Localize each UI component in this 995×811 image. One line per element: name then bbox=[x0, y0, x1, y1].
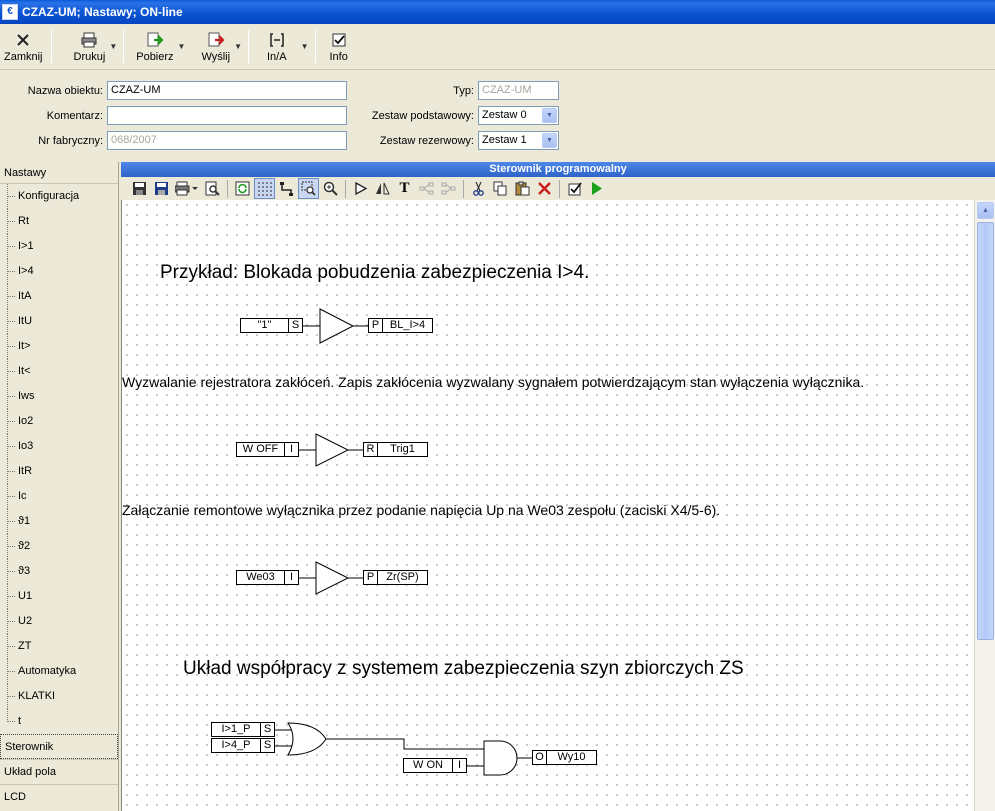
paste-icon[interactable] bbox=[512, 178, 533, 199]
ina-dropdown-icon[interactable]: ▼ bbox=[291, 24, 311, 69]
grid-toggle-icon[interactable] bbox=[254, 178, 275, 199]
nav-item[interactable]: ϑ2 bbox=[0, 534, 118, 559]
check-icon[interactable] bbox=[564, 178, 585, 199]
editor-toolbar: T bbox=[121, 177, 995, 200]
panel-title: Sterownik programowalny bbox=[121, 162, 995, 177]
ungroup-icon[interactable] bbox=[438, 178, 459, 199]
diagram-wires bbox=[275, 308, 532, 776]
nav-item[interactable]: t bbox=[0, 709, 118, 734]
run-icon[interactable] bbox=[586, 178, 607, 199]
group-icon[interactable] bbox=[416, 178, 437, 199]
window-title-bar: € CZAZ-UM; Nastawy; ON-line bbox=[0, 0, 995, 24]
chevron-down-icon[interactable]: ▼ bbox=[542, 133, 557, 148]
connector-icon[interactable] bbox=[276, 178, 297, 199]
nav-item[interactable]: ItA bbox=[0, 284, 118, 309]
nav-item[interactable]: Rt bbox=[0, 209, 118, 234]
cut-icon[interactable] bbox=[468, 178, 489, 199]
type-input: CZAZ-UM bbox=[478, 81, 559, 100]
send-button[interactable]: Wyślij bbox=[187, 24, 232, 69]
nav-item[interactable]: Automatyka bbox=[0, 659, 118, 684]
buffer-gate-icon[interactable] bbox=[350, 178, 371, 199]
logic-diagram-canvas[interactable]: Przykład: Blokada pobudzenia zabezpiecze… bbox=[121, 200, 974, 811]
fetch-button[interactable]: Pobierz bbox=[128, 24, 175, 69]
serial-label: Nr fabryczny: bbox=[38, 135, 103, 147]
text-icon[interactable]: T bbox=[394, 178, 415, 199]
close-button[interactable]: Zamknij bbox=[0, 24, 47, 69]
object-name-label: Nazwa obiektu: bbox=[27, 85, 103, 97]
zoom-window-icon[interactable] bbox=[298, 178, 319, 199]
print-button[interactable]: Drukuj bbox=[56, 24, 108, 69]
scroll-thumb[interactable] bbox=[977, 222, 994, 640]
vertical-scrollbar[interactable]: ▲ bbox=[974, 200, 995, 811]
object-form: Nazwa obiektu: CZAZ-UM Komentarz: Nr fab… bbox=[0, 71, 995, 159]
nav-group-uklad-pola[interactable]: Układ pola bbox=[0, 759, 118, 784]
buffer-gate bbox=[315, 561, 350, 595]
nav-item[interactable]: ItR bbox=[0, 459, 118, 484]
refresh-icon[interactable] bbox=[232, 178, 253, 199]
mirror-icon[interactable] bbox=[372, 178, 393, 199]
fetch-icon bbox=[147, 32, 164, 46]
nav-item[interactable]: Io3 bbox=[0, 434, 118, 459]
nav-header[interactable]: Nastawy bbox=[0, 162, 118, 184]
chevron-down-icon[interactable]: ▼ bbox=[542, 108, 557, 123]
nav-item[interactable]: U1 bbox=[0, 584, 118, 609]
comment-input[interactable] bbox=[107, 106, 347, 125]
bracket-icon bbox=[270, 32, 284, 47]
app-icon: € bbox=[2, 4, 18, 20]
nav-item[interactable]: Ic bbox=[0, 484, 118, 509]
save-as-icon[interactable] bbox=[151, 178, 172, 199]
info-button[interactable]: Info bbox=[320, 24, 358, 69]
backup-set-select[interactable]: Zestaw 1 ▼ bbox=[478, 131, 559, 150]
nav-item[interactable]: It< bbox=[0, 359, 118, 384]
nav-item[interactable]: I>1 bbox=[0, 234, 118, 259]
nav-group-lcd[interactable]: LCD bbox=[0, 784, 118, 809]
send-dropdown-icon[interactable]: ▼ bbox=[232, 24, 244, 69]
nav-item[interactable]: I>4 bbox=[0, 259, 118, 284]
buffer-gate bbox=[315, 433, 350, 467]
nav-group-sterownik[interactable]: Sterownik bbox=[0, 734, 118, 759]
type-label: Typ: bbox=[453, 85, 474, 97]
and-gate bbox=[483, 740, 518, 776]
nav-item[interactable]: Konfiguracja bbox=[0, 184, 118, 209]
or-gate bbox=[287, 722, 327, 756]
comment-label: Komentarz: bbox=[46, 110, 103, 122]
nav-item[interactable]: Io2 bbox=[0, 409, 118, 434]
base-set-select[interactable]: Zestaw 0 ▼ bbox=[478, 106, 559, 125]
print-preview-icon[interactable] bbox=[202, 178, 223, 199]
printer-icon[interactable] bbox=[173, 178, 201, 199]
main-toolbar: Zamknij Drukuj ▼ Pobierz ▼ Wyślij ▼ In/A… bbox=[0, 24, 995, 70]
settings-nav: Nastawy Konfiguracja Rt I>1 I>4 ItA ItU … bbox=[0, 162, 119, 811]
nav-item[interactable]: It> bbox=[0, 334, 118, 359]
send-icon bbox=[208, 32, 225, 46]
ina-button[interactable]: In/A bbox=[253, 24, 291, 69]
fetch-dropdown-icon[interactable]: ▼ bbox=[176, 24, 188, 69]
nav-item[interactable]: ϑ3 bbox=[0, 559, 118, 584]
serial-input: 068/2007 bbox=[107, 131, 347, 150]
buffer-gate bbox=[319, 308, 355, 344]
checklist-icon bbox=[332, 33, 346, 46]
nav-item[interactable]: ZT bbox=[0, 634, 118, 659]
delete-icon[interactable] bbox=[534, 178, 555, 199]
nav-item[interactable]: ϑ1 bbox=[0, 509, 118, 534]
nav-item[interactable]: KLATKI bbox=[0, 684, 118, 709]
base-set-label: Zestaw podstawowy: bbox=[371, 110, 474, 122]
nav-item[interactable]: U2 bbox=[0, 609, 118, 634]
zoom-icon[interactable] bbox=[320, 178, 341, 199]
printer-icon bbox=[81, 32, 97, 47]
nav-item[interactable]: ItU bbox=[0, 309, 118, 334]
backup-set-label: Zestaw rezerwowy: bbox=[379, 135, 474, 147]
scroll-up-icon[interactable]: ▲ bbox=[977, 202, 994, 219]
close-icon bbox=[17, 33, 29, 46]
print-dropdown-icon[interactable]: ▼ bbox=[107, 24, 119, 69]
window-title: CZAZ-UM; Nastawy; ON-line bbox=[22, 5, 183, 19]
nav-item[interactable]: Iws bbox=[0, 384, 118, 409]
copy-icon[interactable] bbox=[490, 178, 511, 199]
object-name-input[interactable]: CZAZ-UM bbox=[107, 81, 347, 100]
save-icon[interactable] bbox=[129, 178, 150, 199]
